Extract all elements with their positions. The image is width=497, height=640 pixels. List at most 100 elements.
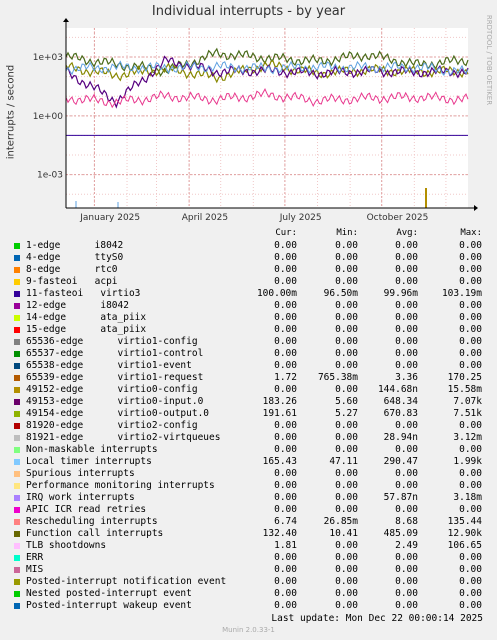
legend-swatch xyxy=(14,519,20,525)
legend-swatch xyxy=(14,303,20,309)
legend-avg: 57.87n xyxy=(383,492,418,503)
legend-swatch xyxy=(14,603,20,609)
legend-cur: 0.00 xyxy=(274,432,297,443)
legend-name: Posted-interrupt wakeup event xyxy=(26,600,192,611)
legend-row: 14-edge ata_piix 0.00 0.00 0.00 0.00 xyxy=(0,312,497,324)
legend-name: 65536-edge virtio1-config xyxy=(26,336,198,347)
legend-min: 765.38m xyxy=(317,372,358,383)
legend-max: 0.00 xyxy=(459,312,482,323)
legend-min: 0.00 xyxy=(335,444,358,455)
legend-max: 170.25 xyxy=(447,372,482,383)
legend-max: 0.00 xyxy=(459,336,482,347)
legend-cur: 0.00 xyxy=(274,444,297,455)
legend-min: 0.00 xyxy=(335,588,358,599)
legend-row: APIC ICR read retries 0.00 0.00 0.00 0.00 xyxy=(0,504,497,516)
legend-cur: 0.00 xyxy=(274,504,297,515)
legend-min: 10.41 xyxy=(329,528,358,539)
legend-avg: 0.00 xyxy=(395,504,418,515)
legend-swatch xyxy=(14,567,20,573)
legend-min: 0.00 xyxy=(335,252,358,263)
legend-row: 11-fasteoi virtio3 100.00m 96.50m 99.96m 103… xyxy=(0,288,497,300)
x-tick-label: January 2025 xyxy=(79,213,140,223)
legend-cur: 6.74 xyxy=(274,516,297,527)
legend-swatch xyxy=(14,255,20,261)
legend-row: IRQ work interrupts 0.00 0.00 57.87n 3.18m xyxy=(0,492,497,504)
legend-row: 1-edge i8042 0.00 0.00 0.00 0.00 xyxy=(0,240,497,252)
legend-min: 47.11 xyxy=(329,456,358,467)
legend-name: 12-edge i8042 xyxy=(26,300,129,311)
legend-min: 0.00 xyxy=(335,312,358,323)
col-min-header: Min: xyxy=(336,228,358,238)
legend-swatch xyxy=(14,507,20,513)
legend-cur: 191.61 xyxy=(262,408,297,419)
legend-name: TLB shootdowns xyxy=(26,540,107,551)
legend-avg: 0.00 xyxy=(395,588,418,599)
chart-canvas: 1e+03 1e+00 1e-03 January 2025 April 2025 Jul… xyxy=(33,18,478,223)
legend-name: 65537-edge virtio1-control xyxy=(26,348,204,359)
legend-name: 49152-edge virtio0-config xyxy=(26,384,198,395)
legend-name: Spurious interrupts xyxy=(26,468,135,479)
legend-min: 96.50m xyxy=(323,288,358,299)
y-axis-arrow xyxy=(63,18,69,22)
legend-cur: 0.00 xyxy=(274,480,297,491)
legend-cur: 0.00 xyxy=(274,264,297,275)
legend-max: 15.58m xyxy=(447,384,482,395)
legend-avg: 0.00 xyxy=(395,420,418,431)
col-max-header: Max: xyxy=(460,228,482,238)
legend-name: MIS xyxy=(26,564,44,575)
legend-row: TLB shootdowns 1.81 0.00 2.49 106.65 xyxy=(0,540,497,552)
legend-row: 49154-edge virtio0-output.0 191.61 5.27 670… xyxy=(0,408,497,420)
legend-swatch xyxy=(14,495,20,501)
plot-area xyxy=(66,28,468,208)
legend: Cur: Min: Avg: Max: 1-edge i8042 0.00 0.00… xyxy=(0,228,497,612)
legend-row: Performance monitoring interrupts 0.00 0.0… xyxy=(0,480,497,492)
y-tick-label: 1e+03 xyxy=(33,53,63,63)
legend-avg: 290.47 xyxy=(383,456,418,467)
legend-avg: 0.00 xyxy=(395,276,418,287)
legend-name: 81920-edge virtio2-config xyxy=(26,420,198,431)
legend-name: 4-edge ttyS0 xyxy=(26,252,124,263)
legend-swatch xyxy=(14,291,20,297)
legend-min: 0.00 xyxy=(335,600,358,611)
y-tick-label: 1e-03 xyxy=(37,171,63,181)
legend-cur: 0.00 xyxy=(274,360,297,371)
last-update: Last update: Mon Dec 22 00:00:14 2025 xyxy=(271,613,483,624)
legend-row: 15-edge ata_piix 0.00 0.00 0.00 0.00 xyxy=(0,324,497,336)
legend-swatch xyxy=(14,267,20,273)
legend-name: 9-fasteoi acpi xyxy=(26,276,118,287)
legend-swatch xyxy=(14,411,20,417)
legend-swatch xyxy=(14,459,20,465)
legend-min: 0.00 xyxy=(335,300,358,311)
legend-avg: 0.00 xyxy=(395,324,418,335)
legend-avg: 0.00 xyxy=(395,552,418,563)
legend-swatch xyxy=(14,399,20,405)
legend-name: 81921-edge virtio2-virtqueues xyxy=(26,432,221,443)
legend-name: 1-edge i8042 xyxy=(26,240,124,251)
legend-cur: 0.00 xyxy=(274,468,297,479)
legend-cur: 0.00 xyxy=(274,492,297,503)
legend-cur: 0.00 xyxy=(274,564,297,575)
y-tick-label: 1e+00 xyxy=(33,112,64,122)
legend-avg: 144.68n xyxy=(377,384,418,395)
legend-avg: 2.49 xyxy=(395,540,418,551)
legend-header: Cur: Min: Avg: Max: xyxy=(0,228,497,240)
legend-max: 0.00 xyxy=(459,324,482,335)
legend-row: 49153-edge virtio0-input.0 183.26 5.60 648.… xyxy=(0,396,497,408)
legend-max: 0.00 xyxy=(459,588,482,599)
legend-row: 65536-edge virtio1-config 0.00 0.00 0.00 0.0… xyxy=(0,336,497,348)
legend-row: Posted-interrupt notification event 0.00 0… xyxy=(0,576,497,588)
legend-avg: 0.00 xyxy=(395,360,418,371)
legend-name: 65539-edge virtio1-request xyxy=(26,372,204,383)
legend-cur: 0.00 xyxy=(274,240,297,251)
legend-name: Non-maskable interrupts xyxy=(26,444,158,455)
legend-avg: 3.36 xyxy=(395,372,418,383)
legend-row: 65539-edge virtio1-request 1.72 765.38m 3.3… xyxy=(0,372,497,384)
legend-name: Function call interrupts xyxy=(26,528,164,539)
legend-max: 106.65 xyxy=(447,540,482,551)
legend-cur: 0.00 xyxy=(274,276,297,287)
legend-max: 0.00 xyxy=(459,468,482,479)
legend-row: 12-edge i8042 0.00 0.00 0.00 0.00 xyxy=(0,300,497,312)
legend-row: Local timer interrupts 165.43 47.11 290.47 1… xyxy=(0,456,497,468)
legend-max: 7.51k xyxy=(453,408,482,419)
legend-max: 135.44 xyxy=(447,516,482,527)
